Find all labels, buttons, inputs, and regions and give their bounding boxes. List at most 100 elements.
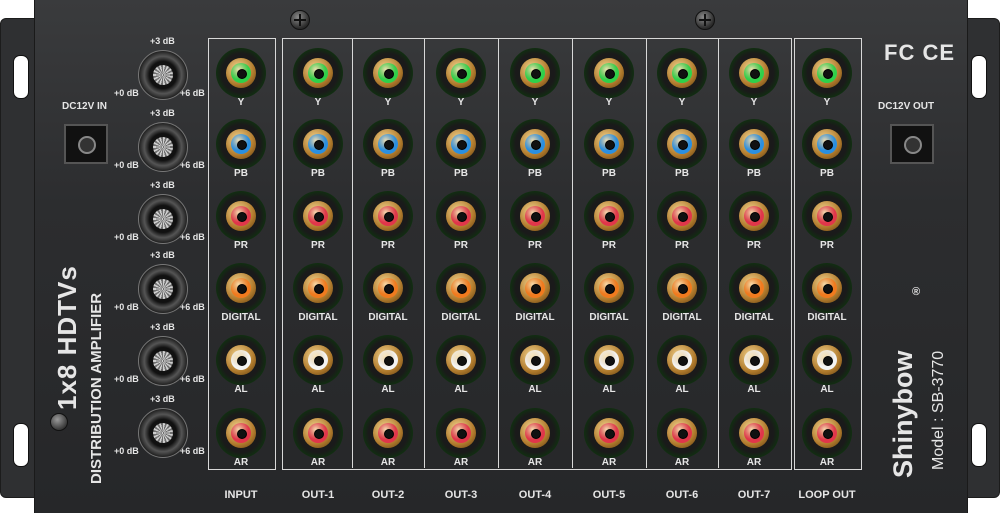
rca-jack[interactable]: PR: [656, 191, 708, 251]
rca-jack[interactable]: PR: [583, 191, 635, 251]
knob-scale-left: +0 dB: [114, 88, 139, 98]
rca-jack[interactable]: PB: [656, 119, 708, 179]
rca-jack[interactable]: PB: [728, 119, 780, 179]
rca-jack[interactable]: PR: [801, 191, 853, 251]
rca-jack[interactable]: AR: [292, 408, 344, 468]
rca-jack[interactable]: Y: [656, 48, 708, 108]
rca-pin-hole: [823, 212, 833, 222]
rca-jack[interactable]: Y: [362, 48, 414, 108]
rca-jack[interactable]: PR: [728, 191, 780, 251]
rca-jack[interactable]: PB: [215, 119, 267, 179]
rca-pin-hole: [823, 284, 833, 294]
rca-pin-hole: [314, 356, 324, 366]
rca-jack[interactable]: AL: [728, 335, 780, 395]
connector-label: PR: [454, 240, 468, 251]
rca-pin-hole: [314, 69, 324, 79]
rca-jack[interactable]: Y: [435, 48, 487, 108]
rca-jack[interactable]: Y: [215, 48, 267, 108]
rca-jack[interactable]: PB: [362, 119, 414, 179]
connector-label: DIGITAL: [515, 312, 555, 323]
connector-label: PB: [311, 168, 325, 179]
rca-jack[interactable]: AL: [292, 335, 344, 395]
rca-pin-hole: [384, 284, 394, 294]
product-title: 1x8 HDTVs: [52, 265, 82, 410]
rca-jack[interactable]: AR: [362, 408, 414, 468]
rca-pin-hole: [823, 140, 833, 150]
connector-label: DIGITAL: [807, 312, 847, 323]
rca-jack[interactable]: PB: [292, 119, 344, 179]
rca-pin-hole: [457, 284, 467, 294]
knob-scale-right: +6 dB: [180, 232, 205, 242]
rca-pin-hole: [314, 284, 324, 294]
rca-jack[interactable]: AL: [435, 335, 487, 395]
rca-jack[interactable]: AR: [728, 408, 780, 468]
dc-in-jack[interactable]: [64, 124, 108, 164]
connector-label: PR: [234, 240, 248, 251]
rca-jack[interactable]: PR: [509, 191, 561, 251]
rca-pin-hole: [605, 140, 615, 150]
rca-jack[interactable]: AR: [801, 408, 853, 468]
rca-jack[interactable]: PB: [509, 119, 561, 179]
rca-pin-hole: [678, 429, 688, 439]
rca-jack[interactable]: AR: [215, 408, 267, 468]
connector-label: AL: [234, 384, 248, 395]
rca-pin-hole: [750, 429, 760, 439]
rca-jack[interactable]: DIGITAL: [728, 263, 780, 323]
dc-out-jack[interactable]: [890, 124, 934, 164]
rca-jack[interactable]: PR: [292, 191, 344, 251]
rca-jack[interactable]: AL: [656, 335, 708, 395]
rca-jack[interactable]: AR: [509, 408, 561, 468]
connector-label: PB: [381, 168, 395, 179]
knob-scale-right: +6 dB: [180, 446, 205, 456]
rca-jack[interactable]: DIGITAL: [801, 263, 853, 323]
rca-jack[interactable]: DIGITAL: [583, 263, 635, 323]
rca-jack[interactable]: Y: [292, 48, 344, 108]
rca-jack[interactable]: PB: [435, 119, 487, 179]
knob-scale-top: +3 dB: [150, 108, 175, 118]
connector-label: AR: [380, 457, 396, 468]
knob-scale-top: +3 dB: [150, 394, 175, 404]
rca-jack[interactable]: AR: [583, 408, 635, 468]
rca-jack[interactable]: AL: [509, 335, 561, 395]
rca-jack[interactable]: AL: [215, 335, 267, 395]
rca-pin-hole: [678, 212, 688, 222]
rca-jack[interactable]: DIGITAL: [509, 263, 561, 323]
rca-jack[interactable]: Y: [509, 48, 561, 108]
connector-label: AR: [527, 457, 543, 468]
column-label: LOOP OUT: [798, 489, 856, 501]
rca-jack[interactable]: AL: [583, 335, 635, 395]
rca-jack[interactable]: DIGITAL: [656, 263, 708, 323]
column-label: OUT-3: [444, 489, 478, 501]
rca-jack[interactable]: AR: [435, 408, 487, 468]
connector-label: PR: [528, 240, 542, 251]
rca-pin-hole: [605, 212, 615, 222]
rca-jack[interactable]: DIGITAL: [292, 263, 344, 323]
rca-jack[interactable]: PR: [215, 191, 267, 251]
rca-jack[interactable]: PB: [583, 119, 635, 179]
rca-jack[interactable]: PR: [362, 191, 414, 251]
rca-pin-hole: [237, 69, 247, 79]
knob-scale-right: +6 dB: [180, 374, 205, 384]
rca-jack[interactable]: Y: [583, 48, 635, 108]
rca-jack[interactable]: DIGITAL: [215, 263, 267, 323]
connector-label: PB: [234, 168, 248, 179]
knob-scale-top: +3 dB: [150, 36, 175, 46]
connector-label: Y: [384, 97, 392, 108]
rca-pin-hole: [678, 284, 688, 294]
connector-label: AL: [747, 384, 761, 395]
rca-jack[interactable]: AR: [656, 408, 708, 468]
rca-jack[interactable]: PB: [801, 119, 853, 179]
dc-in-label: DC12V IN: [62, 101, 108, 112]
rca-pin-hole: [314, 212, 324, 222]
rca-jack[interactable]: DIGITAL: [362, 263, 414, 323]
connector-label: PB: [528, 168, 542, 179]
rca-jack[interactable]: AL: [801, 335, 853, 395]
knob-scale-right: +6 dB: [180, 302, 205, 312]
dc-out-label: DC12V OUT: [878, 101, 935, 112]
rca-jack[interactable]: AL: [362, 335, 414, 395]
rca-jack[interactable]: Y: [801, 48, 853, 108]
rca-jack[interactable]: DIGITAL: [435, 263, 487, 323]
rca-jack[interactable]: Y: [728, 48, 780, 108]
connector-label: AR: [819, 457, 835, 468]
rca-jack[interactable]: PR: [435, 191, 487, 251]
